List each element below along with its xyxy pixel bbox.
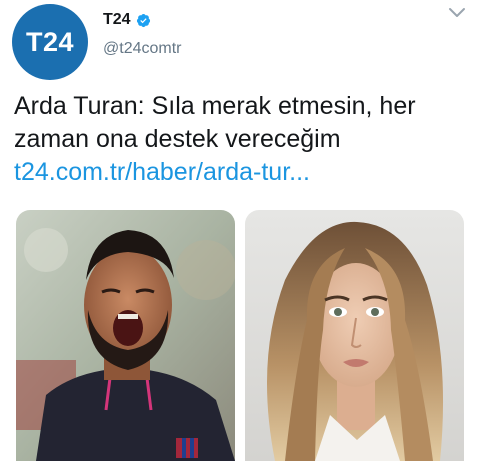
account-names[interactable]: T24 @t24comtr bbox=[103, 10, 181, 58]
account-handle[interactable]: @t24comtr bbox=[103, 40, 181, 58]
chevron-down-icon[interactable] bbox=[448, 6, 466, 20]
tweet-body: Arda Turan: Sıla merak etmesin, her zama… bbox=[14, 90, 469, 189]
woman-portrait-photo bbox=[245, 210, 464, 461]
man-shouting-photo bbox=[16, 210, 235, 461]
verified-badge-icon bbox=[136, 13, 150, 27]
display-name[interactable]: T24 bbox=[103, 11, 131, 29]
avatar[interactable]: T24 bbox=[12, 4, 88, 80]
media-grid bbox=[16, 210, 464, 461]
tweet-text: Arda Turan: Sıla merak etmesin, her zama… bbox=[14, 92, 416, 153]
tweet-link[interactable]: t24.com.tr/haber/arda-tur... bbox=[14, 156, 469, 189]
tweet-card[interactable]: T24 T24 @t24comtr Arda Turan: Sıla merak… bbox=[0, 0, 480, 461]
avatar-text: T24 bbox=[25, 26, 75, 57]
media-photo-left[interactable] bbox=[16, 210, 235, 461]
media-photo-right[interactable] bbox=[245, 210, 464, 461]
